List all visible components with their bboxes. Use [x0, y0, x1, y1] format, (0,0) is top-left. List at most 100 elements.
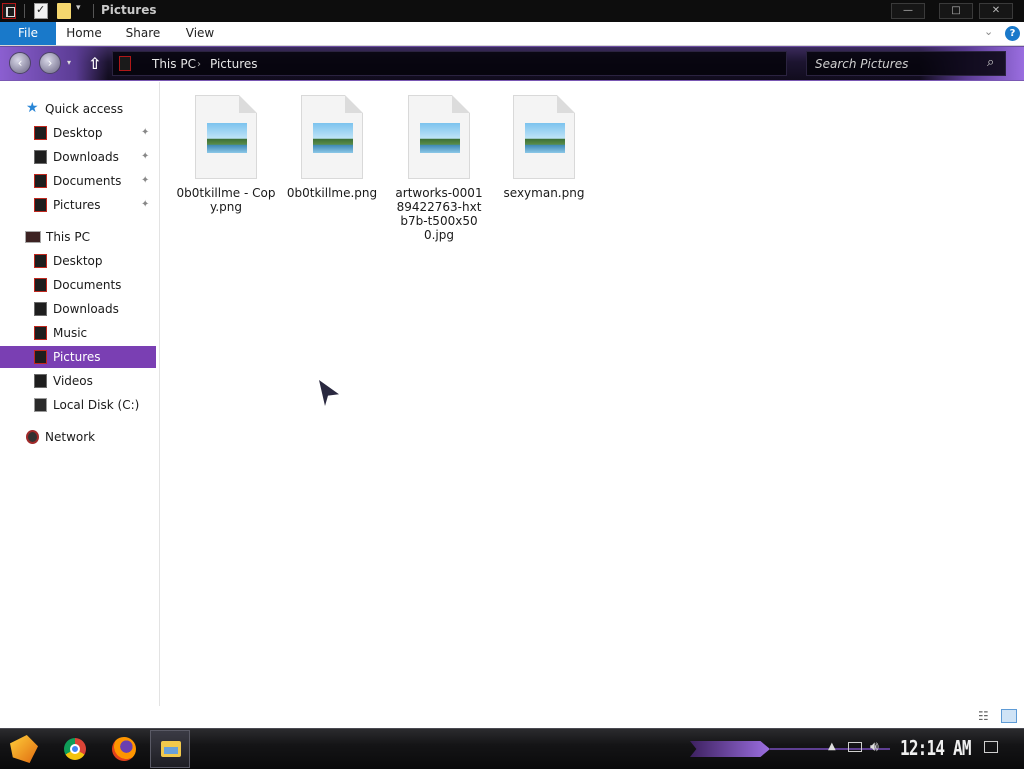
sidebar-item-label: Pictures: [53, 198, 101, 212]
back-button[interactable]: ‹: [9, 52, 31, 74]
downloads-icon: [34, 302, 47, 316]
sidebar-item-videos[interactable]: Videos: [0, 370, 156, 392]
firefox-icon[interactable]: [112, 737, 136, 761]
file-name: artworks-000189422763-hxtb7b-t500x500.jp…: [395, 186, 483, 242]
drive-icon: [34, 398, 47, 412]
search-input[interactable]: Search Pictures ⌕: [806, 51, 1006, 76]
file-name: 0b0tkillme.png: [286, 186, 378, 200]
file-item[interactable]: artworks-000189422763-hxtb7b-t500x500.jp…: [387, 92, 491, 242]
sidebar-item-label: Documents: [53, 278, 122, 292]
landscape-thumbnail: [207, 123, 247, 153]
sidebar-item-label: Pictures: [53, 350, 101, 364]
sidebar-item-label: Music: [53, 326, 88, 340]
sidebar-item-label: Documents: [53, 174, 122, 188]
sidebar-item-label: Videos: [53, 374, 93, 388]
file-name: sexyman.png: [503, 186, 585, 200]
file-list[interactable]: 0b0tkillme - Copy.png 0b0tkillme.png art…: [160, 82, 1024, 706]
file-item[interactable]: 0b0tkillme - Copy.png: [174, 92, 278, 214]
sidebar-item-quick-access[interactable]: ★ Quick access: [0, 98, 156, 120]
sidebar-item-label: Desktop: [53, 126, 103, 140]
clock[interactable]: 12:14 AM: [900, 736, 971, 760]
tab-share[interactable]: Share: [118, 22, 168, 45]
sidebar-item-label: This PC: [46, 230, 90, 244]
status-bar: ☷: [0, 706, 1024, 728]
customize-toolbar-chevron-icon[interactable]: ▾: [76, 3, 81, 13]
file-explorer-taskbar-button[interactable]: [150, 730, 190, 768]
landscape-thumbnail: [420, 123, 460, 153]
sidebar-item-qa-documents[interactable]: Documents ✦: [0, 170, 156, 192]
large-icons-view-icon[interactable]: [1001, 709, 1017, 723]
start-icon[interactable]: [10, 735, 38, 763]
address-bar[interactable]: This PC › Pictures: [112, 51, 787, 76]
breadcrumb-pictures[interactable]: Pictures: [210, 57, 258, 71]
expand-ribbon-chevron-icon[interactable]: ⌄: [984, 25, 993, 38]
notifications-icon[interactable]: [984, 741, 998, 753]
music-icon: [34, 326, 47, 340]
taskbar-decoration: [690, 741, 770, 757]
close-button[interactable]: ✕: [979, 3, 1013, 19]
title-bar: ▾ Pictures — □ ✕: [0, 0, 1024, 22]
sidebar-item-label: Downloads: [53, 302, 119, 316]
image-file-icon: [301, 95, 363, 179]
title-bar-divider: [24, 4, 25, 18]
ribbon-tab-bar: File Home Share View ⌄ ?: [0, 22, 1024, 46]
sidebar-item-local-disk[interactable]: Local Disk (C:): [0, 394, 156, 416]
app-icon[interactable]: [2, 3, 16, 19]
computer-icon: [25, 231, 41, 243]
sidebar-item-pictures[interactable]: Pictures: [0, 346, 156, 368]
sidebar-item-label: Quick access: [45, 102, 124, 116]
recent-locations-chevron-icon[interactable]: ▾: [67, 58, 71, 67]
pictures-icon: [34, 198, 47, 212]
sidebar-item-documents[interactable]: Documents: [0, 274, 156, 296]
sidebar-item-label: Downloads: [53, 150, 119, 164]
new-folder-icon[interactable]: [57, 3, 71, 19]
sidebar-item-qa-desktop[interactable]: Desktop ✦: [0, 122, 156, 144]
network-icon: [26, 430, 39, 444]
search-placeholder: Search Pictures: [815, 57, 909, 71]
star-icon: ★: [26, 100, 39, 116]
sidebar-item-network[interactable]: Network: [0, 426, 156, 448]
pin-icon[interactable]: ✦: [141, 122, 149, 144]
sidebar-item-qa-downloads[interactable]: Downloads ✦: [0, 146, 156, 168]
image-file-icon: [408, 95, 470, 179]
maximize-button[interactable]: □: [939, 3, 973, 19]
sidebar-item-downloads[interactable]: Downloads: [0, 298, 156, 320]
documents-icon: [34, 174, 47, 188]
chrome-icon[interactable]: [64, 738, 86, 760]
properties-icon[interactable]: [34, 3, 48, 19]
landscape-thumbnail: [525, 123, 565, 153]
sidebar-item-this-pc[interactable]: This PC: [0, 226, 156, 248]
file-item[interactable]: 0b0tkillme.png: [280, 92, 384, 200]
desktop-icon: [34, 126, 47, 140]
breadcrumb-this-pc[interactable]: This PC: [152, 57, 196, 71]
tab-home[interactable]: Home: [58, 22, 110, 45]
breadcrumb-separator-icon[interactable]: ›: [197, 59, 201, 70]
help-button[interactable]: ?: [1005, 26, 1020, 41]
pin-icon[interactable]: ✦: [141, 146, 149, 168]
volume-icon[interactable]: 🔊︎: [870, 739, 879, 755]
location-icon: [119, 56, 131, 71]
network-tray-icon[interactable]: [848, 742, 862, 752]
pictures-icon: [34, 350, 47, 364]
minimize-button[interactable]: —: [891, 3, 925, 19]
navigation-pane: ★ Quick access Desktop ✦ Downloads ✦ Doc…: [0, 82, 160, 706]
forward-button[interactable]: ›: [39, 52, 61, 74]
details-view-icon[interactable]: ☷: [978, 709, 994, 723]
sidebar-item-qa-pictures[interactable]: Pictures ✦: [0, 194, 156, 216]
show-hidden-icons-chevron-icon[interactable]: ▲: [828, 741, 836, 752]
search-icon[interactable]: ⌕: [987, 55, 994, 70]
sidebar-item-label: Desktop: [53, 254, 103, 268]
window-title: Pictures: [101, 3, 157, 17]
desktop-icon: [34, 254, 47, 268]
tab-view[interactable]: View: [180, 22, 220, 45]
file-item[interactable]: sexyman.png: [492, 92, 596, 200]
landscape-thumbnail: [313, 123, 353, 153]
downloads-icon: [34, 150, 47, 164]
up-arrow-button[interactable]: ⇧: [88, 54, 101, 73]
pin-icon[interactable]: ✦: [141, 170, 149, 192]
sidebar-item-music[interactable]: Music: [0, 322, 156, 344]
sidebar-item-desktop[interactable]: Desktop: [0, 250, 156, 272]
tab-file[interactable]: File: [0, 22, 56, 45]
navigation-bar: ‹ › ▾ ⇧ This PC › Pictures Search Pictur…: [0, 46, 1024, 81]
pin-icon[interactable]: ✦: [141, 194, 149, 216]
